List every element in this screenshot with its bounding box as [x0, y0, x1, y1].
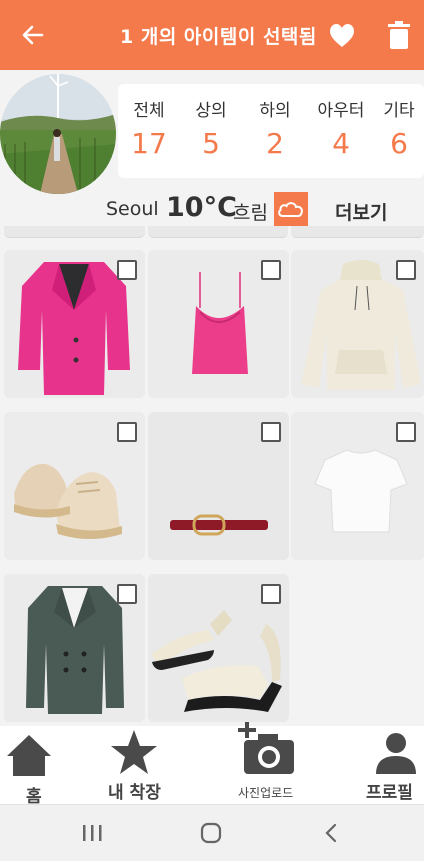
add-photo-icon — [238, 722, 294, 774]
stat-bottoms-value: 2 — [266, 127, 284, 160]
stat-tops[interactable]: 상의 5 — [180, 84, 242, 160]
item-white-tshirt[interactable] — [291, 412, 424, 560]
back-arrow-icon[interactable] — [18, 20, 48, 50]
item-cream-hoodie[interactable] — [291, 250, 424, 398]
stat-all-value: 17 — [131, 127, 167, 160]
bottom-navigation: 홈 내 착장 사진업로드 프로필 — [0, 722, 424, 807]
item-checkbox[interactable] — [117, 584, 137, 604]
stat-bottoms[interactable]: 하의 2 — [244, 84, 306, 160]
nav-home[interactable]: 홈 — [0, 726, 60, 807]
nav-profile-label: 프로필 — [366, 783, 413, 803]
weather-condition: 흐림 — [233, 202, 268, 224]
heart-icon[interactable] — [328, 22, 356, 50]
profile-header: 전체 17 상의 5 하의 2 아우터 4 기타 6 Seoul 10°C 흐림… — [0, 70, 424, 230]
closet-grid — [0, 226, 424, 726]
nav-profile[interactable]: 프로필 — [362, 726, 424, 804]
weather-temperature: 10°C — [166, 192, 237, 223]
stat-tops-label: 상의 — [195, 101, 227, 121]
item-checkbox[interactable] — [117, 260, 137, 280]
item-checkbox[interactable] — [117, 422, 137, 442]
system-navigation-bar — [0, 804, 424, 861]
stat-all[interactable]: 전체 17 — [118, 84, 180, 160]
selection-toolbar: 1 개의 아이템이 선택됨 — [0, 0, 424, 70]
grid-row-partial — [4, 226, 145, 238]
item-checkbox[interactable] — [261, 584, 281, 604]
grid-row-partial — [148, 226, 288, 238]
item-checkbox[interactable] — [261, 422, 281, 442]
back-button-icon[interactable] — [322, 822, 342, 844]
stat-etc-value: 6 — [390, 127, 408, 160]
item-green-blazer[interactable] — [4, 574, 145, 722]
nav-photo-upload[interactable]: 사진업로드 — [234, 722, 310, 804]
person-icon — [376, 733, 416, 774]
item-checkbox[interactable] — [261, 260, 281, 280]
weather-bar: Seoul 10°C 흐림 더보기 — [106, 192, 424, 228]
stat-all-label: 전체 — [133, 101, 165, 121]
avatar[interactable] — [0, 74, 116, 194]
item-checkbox[interactable] — [396, 422, 416, 442]
nav-my-outfits[interactable]: 내 착장 — [98, 726, 178, 804]
grid-row-partial — [291, 226, 424, 238]
stat-outer[interactable]: 아우터 4 — [308, 84, 374, 160]
nav-photo-upload-label: 사진업로드 — [238, 786, 294, 800]
weather-more-link[interactable]: 더보기 — [335, 198, 387, 225]
stat-tops-value: 5 — [202, 127, 220, 160]
item-beige-sneakers[interactable] — [4, 412, 145, 560]
category-stats: 전체 17 상의 5 하의 2 아우터 4 기타 6 — [118, 84, 424, 178]
stat-bottoms-label: 하의 — [259, 101, 291, 121]
star-icon — [111, 730, 157, 774]
selection-title: 1 개의 아이템이 선택됨 — [120, 26, 317, 48]
stat-outer-label: 아우터 — [317, 101, 365, 121]
cloud-icon — [274, 192, 308, 226]
home-icon — [7, 735, 51, 776]
recent-apps-icon[interactable] — [80, 823, 104, 843]
stat-outer-value: 4 — [332, 127, 350, 160]
item-pink-blazer[interactable] — [4, 250, 145, 398]
item-checkbox[interactable] — [396, 260, 416, 280]
trash-icon[interactable] — [386, 20, 412, 50]
nav-my-outfits-label: 내 착장 — [108, 783, 161, 803]
home-button-icon[interactable] — [200, 822, 222, 844]
app-screen: 1 개의 아이템이 선택됨 전체 17 상의 5 하의 2 아우터 4 기타 6… — [0, 0, 424, 861]
item-pink-camisole[interactable] — [148, 250, 289, 398]
weather-city: Seoul — [106, 198, 159, 220]
item-cream-sandals[interactable] — [148, 574, 289, 722]
stat-etc-label: 기타 — [383, 101, 415, 121]
stat-etc[interactable]: 기타 6 — [374, 84, 424, 160]
item-red-belt[interactable] — [148, 412, 289, 560]
